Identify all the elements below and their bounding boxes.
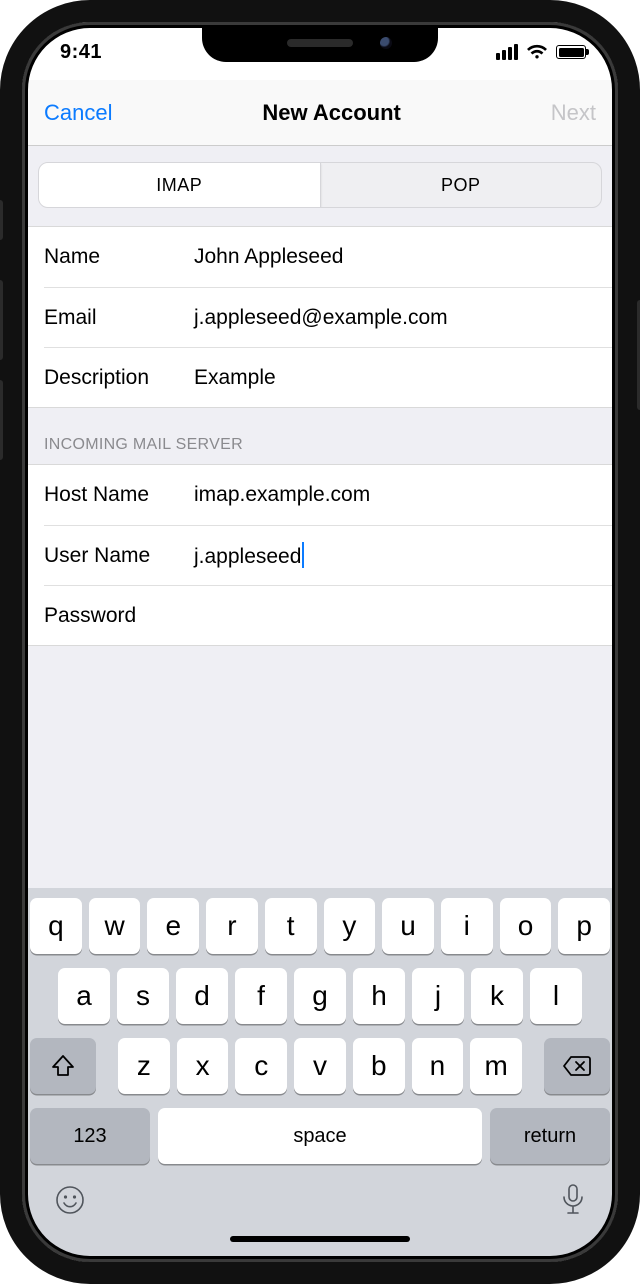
key-m[interactable]: m	[470, 1038, 522, 1094]
front-camera	[380, 37, 392, 49]
incoming-server-group: Host Name imap.example.com User Name j.a…	[24, 464, 616, 646]
screen: 9:41 Cancel New Account Next IMAP	[24, 24, 616, 1260]
hostname-field[interactable]: imap.example.com	[194, 483, 596, 507]
content-scroll[interactable]: IMAP POP Name John Appleseed Email j.app…	[24, 146, 616, 888]
next-button[interactable]: Next	[551, 100, 596, 126]
key-f[interactable]: f	[235, 968, 287, 1024]
description-field[interactable]: Example	[194, 366, 596, 390]
tab-imap[interactable]: IMAP	[39, 163, 321, 207]
tab-pop[interactable]: POP	[321, 163, 602, 207]
key-n[interactable]: n	[412, 1038, 464, 1094]
incoming-server-header: INCOMING MAIL SERVER	[24, 436, 616, 464]
key-d[interactable]: d	[176, 968, 228, 1024]
key-k[interactable]: k	[471, 968, 523, 1024]
username-field[interactable]: j.appleseed	[194, 542, 596, 569]
key-l[interactable]: l	[530, 968, 582, 1024]
hostname-label: Host Name	[44, 483, 194, 507]
key-x[interactable]: x	[177, 1038, 229, 1094]
account-info-group: Name John Appleseed Email j.appleseed@ex…	[24, 226, 616, 408]
key-t[interactable]: t	[265, 898, 317, 954]
key-row-1: qwertyuiop	[30, 898, 610, 954]
key-y[interactable]: y	[324, 898, 376, 954]
volume-up-button	[0, 280, 3, 360]
key-p[interactable]: p	[558, 898, 610, 954]
key-h[interactable]: h	[353, 968, 405, 1024]
status-time: 9:41	[60, 41, 102, 64]
key-c[interactable]: c	[235, 1038, 287, 1094]
battery-icon	[556, 45, 586, 59]
wifi-icon	[526, 44, 548, 60]
backspace-key[interactable]	[544, 1038, 610, 1094]
name-label: Name	[44, 245, 194, 269]
device-notch	[202, 24, 438, 62]
name-field[interactable]: John Appleseed	[194, 245, 596, 269]
mute-switch	[0, 200, 3, 240]
key-u[interactable]: u	[382, 898, 434, 954]
key-r[interactable]: r	[206, 898, 258, 954]
description-label: Description	[44, 366, 194, 390]
key-e[interactable]: e	[147, 898, 199, 954]
cancel-button[interactable]: Cancel	[44, 100, 112, 126]
return-key[interactable]: return	[490, 1108, 610, 1164]
keyboard: qwertyuiop asdfghjkl zxcvbnm 123 space r…	[24, 888, 616, 1230]
shift-key[interactable]	[30, 1038, 96, 1094]
key-z[interactable]: z	[118, 1038, 170, 1094]
key-s[interactable]: s	[117, 968, 169, 1024]
key-a[interactable]: a	[58, 968, 110, 1024]
key-g[interactable]: g	[294, 968, 346, 1024]
volume-down-button	[0, 380, 3, 460]
emoji-key[interactable]	[54, 1184, 86, 1216]
username-label: User Name	[44, 544, 194, 568]
home-indicator[interactable]	[24, 1230, 616, 1260]
key-o[interactable]: o	[500, 898, 552, 954]
numbers-key[interactable]: 123	[30, 1108, 150, 1164]
key-row-3: zxcvbnm	[30, 1038, 610, 1094]
password-label: Password	[44, 604, 194, 628]
cellular-icon	[496, 44, 518, 60]
key-b[interactable]: b	[353, 1038, 405, 1094]
space-key[interactable]: space	[158, 1108, 482, 1164]
speaker-grill	[287, 39, 353, 47]
email-label: Email	[44, 306, 194, 330]
dictation-key[interactable]	[560, 1183, 586, 1217]
key-row-2: asdfghjkl	[30, 968, 610, 1024]
key-v[interactable]: v	[294, 1038, 346, 1094]
nav-bar: Cancel New Account Next	[24, 80, 616, 146]
key-w[interactable]: w	[89, 898, 141, 954]
protocol-segmented-control: IMAP POP	[38, 162, 602, 208]
key-i[interactable]: i	[441, 898, 493, 954]
key-j[interactable]: j	[412, 968, 464, 1024]
key-q[interactable]: q	[30, 898, 82, 954]
email-field[interactable]: j.appleseed@example.com	[194, 306, 596, 330]
page-title: New Account	[262, 100, 401, 126]
